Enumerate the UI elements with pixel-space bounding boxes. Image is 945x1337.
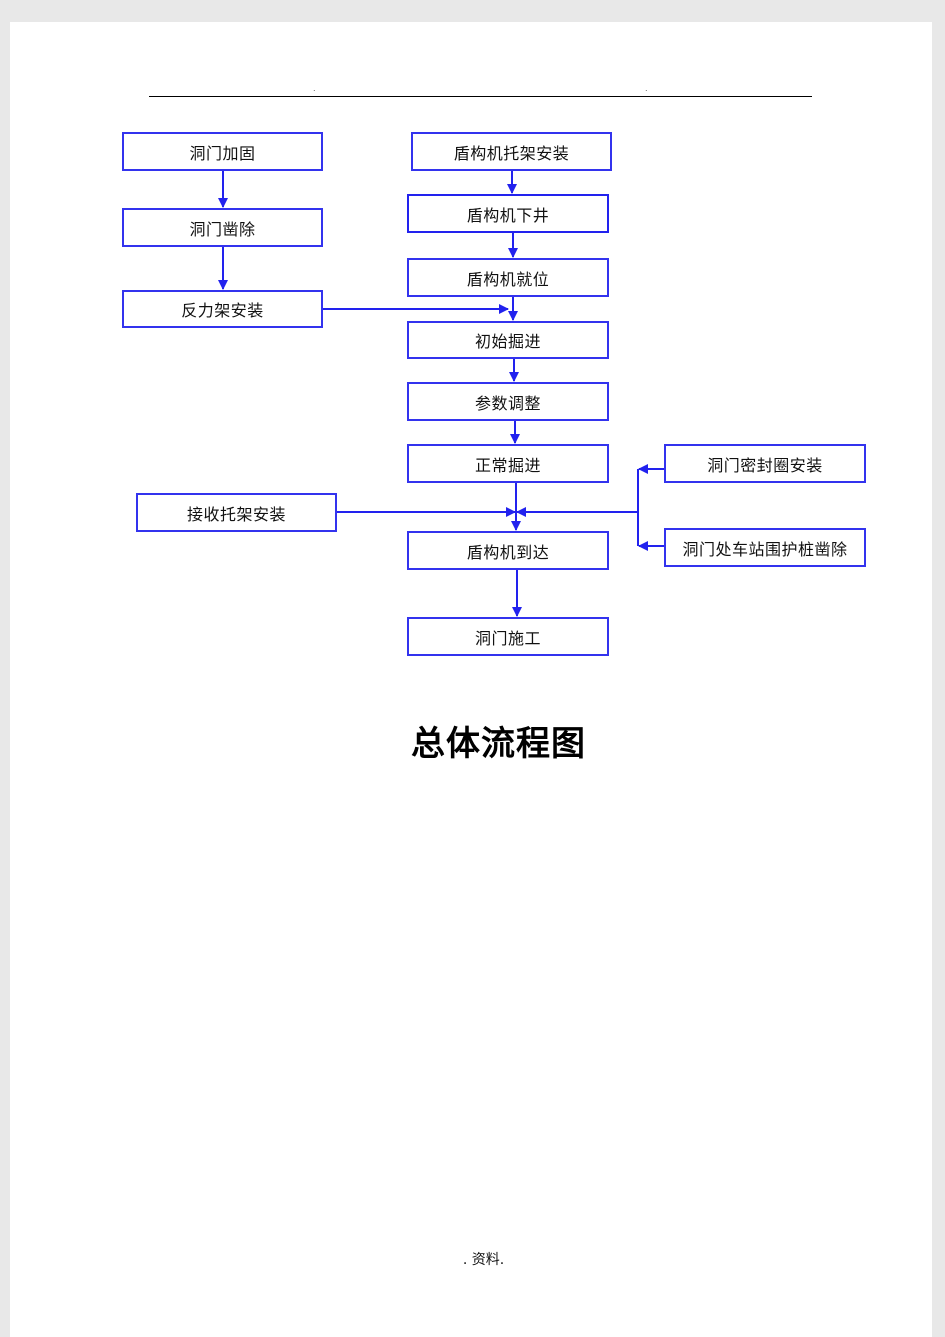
node-door-reinforcement: 洞门加固	[122, 132, 323, 171]
node-door-construction: 洞门施工	[407, 617, 609, 656]
page-title-text: 总体流程图	[411, 724, 586, 764]
page-footer: . 资料.	[0, 1249, 945, 1269]
node-parameter-adjust: 参数调整	[407, 382, 609, 421]
node-station-pile-chiseling: 洞门处车站围护桩凿除	[664, 528, 866, 567]
node-shield-arrival: 盾构机到达	[407, 531, 609, 570]
node-receiving-bracket-install: 接收托架安装	[136, 493, 337, 532]
node-shield-bracket-install: 盾构机托架安装	[411, 132, 612, 171]
node-shield-positioning: 盾构机就位	[407, 258, 609, 297]
page-title: 总体流程图	[0, 716, 945, 765]
header-dot-left: .	[313, 84, 316, 93]
node-initial-tunneling: 初始掘进	[407, 321, 609, 359]
node-shield-lowering: 盾构机下井	[407, 194, 609, 233]
node-normal-tunneling: 正常掘进	[407, 444, 609, 483]
footer-text: . 资料.	[462, 1252, 505, 1268]
header-dot-right: .	[645, 84, 648, 93]
node-reaction-frame-install: 反力架安装	[122, 290, 323, 328]
header-rule	[149, 96, 812, 97]
node-door-chiseling: 洞门凿除	[122, 208, 323, 247]
node-seal-ring-install: 洞门密封圈安装	[664, 444, 866, 483]
